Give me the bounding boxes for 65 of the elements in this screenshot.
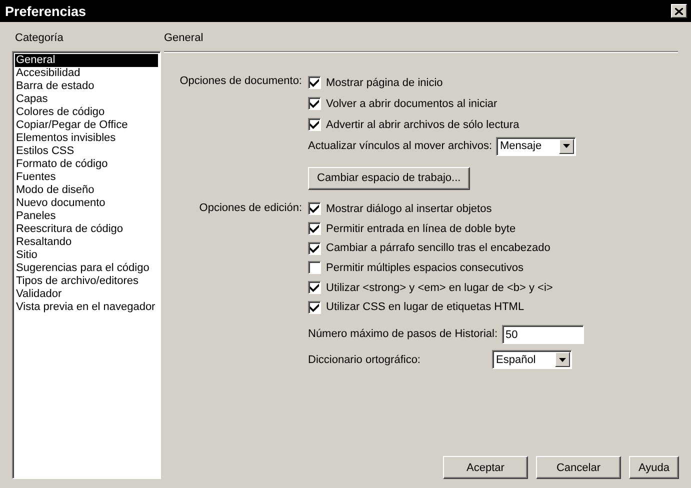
dialog-button[interactable]: Cancelar (536, 456, 621, 479)
checkbox[interactable] (308, 242, 321, 255)
checkmark-icon (310, 120, 319, 129)
checkmark-icon (310, 283, 319, 292)
checkbox[interactable] (308, 202, 321, 216)
checkbox[interactable] (308, 222, 321, 236)
dropdown-arrow-icon (563, 144, 570, 148)
window-title: Preferencias (5, 4, 86, 18)
category-item[interactable]: Paneles (15, 210, 158, 223)
field-label: Número máximo de pasos de Historial: (308, 328, 498, 340)
category-item[interactable]: Sugerencias para el código (15, 262, 158, 275)
checkbox-label[interactable]: Utilizar CSS en lugar de etiquetas HTML (326, 301, 524, 314)
section-label: Opciones de edición: (198, 201, 303, 216)
category-item[interactable]: Fuentes (15, 171, 158, 184)
category-item[interactable]: Tipos de archivo/editores (15, 275, 158, 288)
category-item[interactable]: Estilos CSS (15, 145, 158, 158)
checkbox[interactable] (308, 281, 321, 294)
checkbox[interactable] (308, 76, 321, 89)
category-item[interactable]: Vista previa en el navegador (15, 301, 158, 314)
category-item[interactable]: Barra de estado (15, 80, 158, 93)
checkmark-icon (310, 204, 319, 214)
category-item[interactable]: Elementos invisibles (15, 132, 158, 145)
category-item[interactable]: Colores de código (15, 106, 158, 119)
category-item[interactable]: Nuevo documento (15, 197, 158, 210)
checkbox-label[interactable]: Permitir múltiples espacios consecutivos (326, 262, 524, 274)
checkmark-icon (310, 244, 319, 253)
field-label: Diccionario ortográfico: (308, 354, 422, 366)
checkmark-icon (310, 224, 319, 234)
category-item[interactable]: Modo de diseño (15, 184, 158, 197)
workspace-button[interactable]: Cambiar espacio de trabajo... (308, 166, 470, 190)
category-item[interactable]: Validador (15, 288, 158, 301)
category-item[interactable]: Sitio (15, 249, 158, 262)
dropdown[interactable]: Español (492, 350, 572, 370)
category-item[interactable]: Formato de código (15, 158, 158, 171)
checkmark-icon (310, 78, 319, 87)
category-item[interactable]: Capas (15, 93, 158, 106)
checkbox-label[interactable]: Cambiar a párrafo sencillo tras el encabezado (326, 242, 550, 254)
dialog-button[interactable]: Ayuda (629, 456, 679, 479)
field-label: Actualizar vínculos al mover archivos: (308, 140, 492, 152)
checkbox[interactable] (308, 118, 321, 131)
checkmark-icon (310, 302, 319, 312)
panel-heading: General (164, 32, 204, 46)
checkmark-icon (310, 99, 319, 108)
checkbox-label[interactable]: Advertir al abrir archivos de sólo lectura (326, 118, 520, 130)
category-item[interactable]: Copiar/Pegar de Office (15, 119, 158, 132)
close-icon (675, 8, 683, 14)
category-item[interactable]: Reescritura de código (15, 223, 158, 236)
input-field[interactable]: 50 (502, 324, 584, 344)
dropdown-arrow-icon (559, 358, 566, 362)
checkbox-label[interactable]: Utilizar <strong> y <em> en lugar de <b> y <i> (326, 282, 553, 294)
checkbox-label[interactable]: Mostrar diálogo al insertar objetos (326, 202, 492, 215)
category-item[interactable]: General (15, 54, 158, 67)
close-button[interactable] (671, 4, 687, 18)
category-item[interactable]: Accesibilidad (15, 67, 158, 80)
category-heading: Categoría (14, 32, 64, 46)
checkbox[interactable] (308, 261, 321, 274)
checkbox-label[interactable]: Volver a abrir documentos al iniciar (326, 98, 498, 110)
checkbox-label[interactable]: Permitir entrada en línea de doble byte (326, 222, 516, 235)
checkbox[interactable] (308, 97, 321, 110)
dialog-button[interactable]: Aceptar (443, 456, 528, 479)
category-item[interactable]: Resaltando (15, 236, 158, 249)
section-label: Opciones de documento: (178, 74, 303, 89)
checkbox-label[interactable]: Mostrar página de inicio (326, 76, 443, 88)
checkbox[interactable] (308, 300, 321, 314)
dropdown[interactable]: Mensaje (496, 136, 576, 156)
